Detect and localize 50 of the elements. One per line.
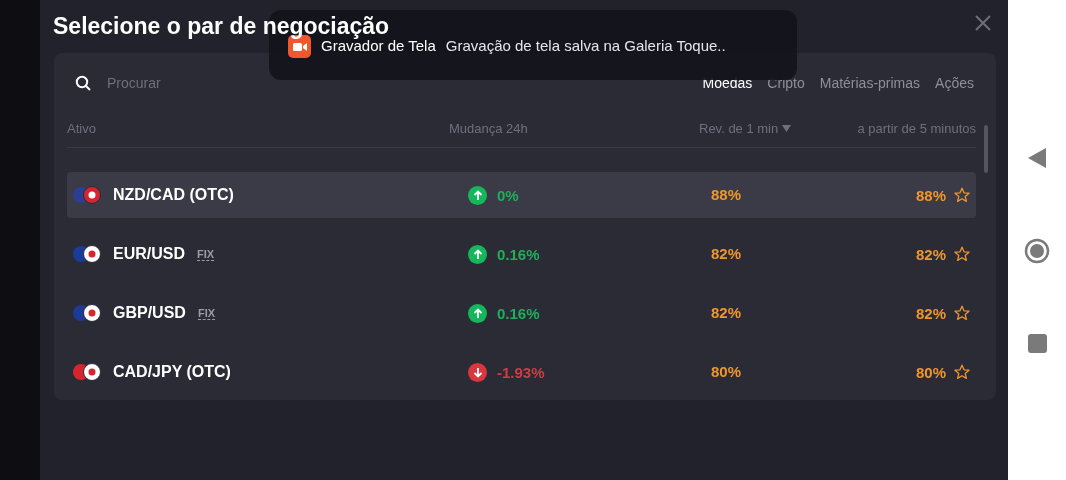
flag-icon xyxy=(73,186,101,204)
payout-value: 80% xyxy=(711,363,742,380)
asset-row[interactable]: GBP/USD FIX 0.16% 82% 82% xyxy=(67,290,976,336)
arrow-up-icon xyxy=(468,244,487,264)
fix-label: FIX xyxy=(197,306,216,320)
flag-icon xyxy=(73,245,101,263)
category-tab[interactable]: Moedas xyxy=(702,75,753,91)
category-tab[interactable]: Ações xyxy=(935,75,974,91)
home-icon[interactable] xyxy=(1024,237,1050,264)
fix-label: FIX xyxy=(197,247,215,261)
column-header: a partir de 5 minutos xyxy=(857,120,976,136)
back-icon[interactable] xyxy=(1028,147,1046,168)
payout-value: 80% xyxy=(915,363,946,381)
scrollbar[interactable] xyxy=(984,125,988,173)
search-icon xyxy=(75,75,91,91)
category-tab[interactable]: Matérias-primas xyxy=(819,75,921,91)
payout-value: 88% xyxy=(915,186,946,204)
asset-name: NZD/CAD (OTC) xyxy=(113,186,234,204)
star-icon[interactable] xyxy=(954,246,970,262)
arrow-up-icon xyxy=(468,185,487,205)
change-value: 0% xyxy=(497,186,519,204)
column-header: Mudança 24h xyxy=(449,120,528,136)
modal-title: Selecione o par de negociação xyxy=(53,12,390,40)
asset-name: GBP/USD xyxy=(113,304,186,322)
toast-message: Gravação de tela salva na Galeria Toque.. xyxy=(445,36,726,56)
change-value: -1.93% xyxy=(497,363,545,381)
change-value: 0.16% xyxy=(497,304,540,322)
asset-row[interactable]: EUR/USD FIX 0.16% 82% 82% xyxy=(67,231,976,277)
payout-value: 82% xyxy=(711,245,742,262)
recents-icon[interactable] xyxy=(1027,333,1047,353)
flag-icon xyxy=(73,304,101,322)
star-icon[interactable] xyxy=(954,364,970,380)
asset-row[interactable]: CAD/JPY (OTC) -1.93% 80% 80% xyxy=(67,349,976,395)
payout-value: 82% xyxy=(711,304,742,321)
asset-name: EUR/USD xyxy=(113,245,185,263)
arrow-up-icon xyxy=(468,303,487,323)
column-header: Ativo xyxy=(67,120,96,136)
caret-icon xyxy=(782,124,792,132)
category-tab[interactable]: Cripto xyxy=(767,75,805,91)
search-field[interactable]: Procurar xyxy=(105,74,309,92)
flag-icon xyxy=(73,363,101,381)
change-value: 0.16% xyxy=(497,245,540,263)
payout-value: 82% xyxy=(915,245,946,263)
star-icon[interactable] xyxy=(954,187,970,203)
arrow-down-icon xyxy=(468,362,487,382)
payout-value: 88% xyxy=(711,186,742,203)
asset-row[interactable]: NZD/CAD (OTC) 0% 88% 88% xyxy=(67,172,976,218)
payout-value: 82% xyxy=(915,304,946,322)
star-icon[interactable] xyxy=(954,305,970,321)
asset-name: CAD/JPY (OTC) xyxy=(113,363,231,381)
